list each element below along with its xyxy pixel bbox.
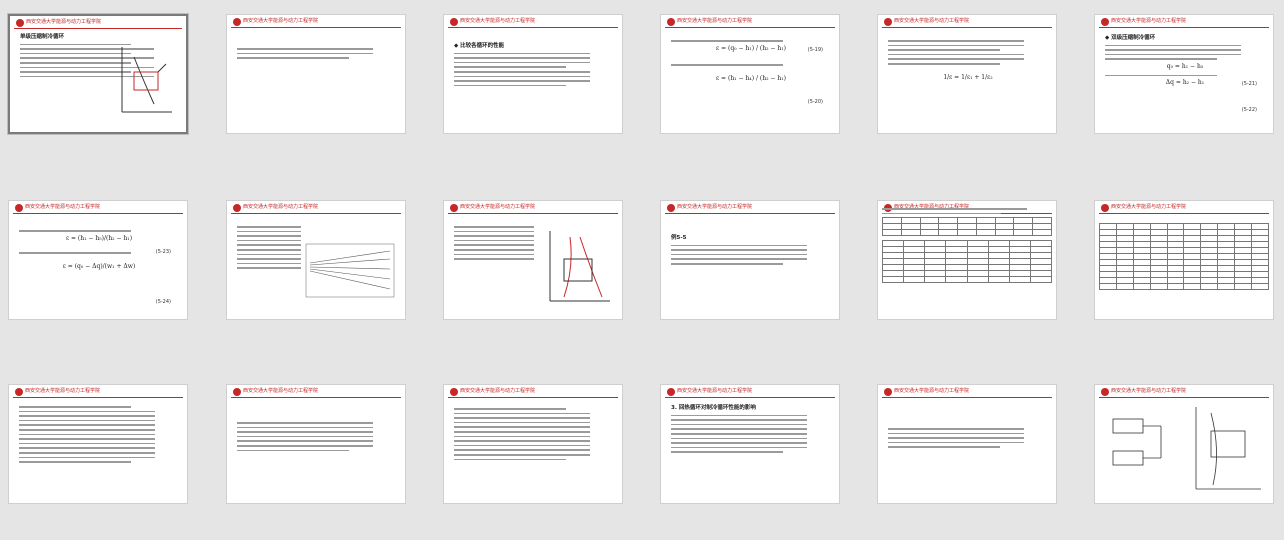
slide-header: 西安交通大学能源与动力工程学院	[227, 15, 405, 29]
header-text: 西安交通大学能源与动力工程学院	[25, 204, 101, 210]
logo-icon	[667, 388, 675, 396]
header-text: 西安交通大学能源与动力工程学院	[677, 388, 753, 394]
header-text: 西安交通大学能源与动力工程学院	[1111, 204, 1187, 210]
ph-diagram	[121, 47, 172, 113]
header-text: 西安交通大学能源与动力工程学院	[677, 18, 753, 24]
slide-header: 西安交通大学能源与动力工程学院	[10, 16, 186, 30]
slide-header: 西安交通大学能源与动力工程学院	[1095, 385, 1273, 399]
slide-header: 西安交通大学能源与动力工程学院	[9, 201, 187, 215]
slide-header: 西安交通大学能源与动力工程学院	[661, 15, 839, 29]
slide-thumbnail-16[interactable]: 西安交通大学能源与动力工程学院 3. 回热循环对制冷循环性能的影响	[660, 384, 840, 504]
slide-thumbnail-18[interactable]: 西安交通大学能源与动力工程学院	[1094, 384, 1274, 504]
header-text: 西安交通大学能源与动力工程学院	[243, 204, 319, 210]
slide-thumbnail-6[interactable]: 西安交通大学能源与动力工程学院 ◆ 双级压缩制冷循环 q₀ = h₁ − h₅ …	[1094, 14, 1274, 134]
slide-header: 西安交通大学能源与动力工程学院	[444, 15, 622, 29]
slide-header: 西安交通大学能源与动力工程学院	[227, 201, 405, 215]
chart-figure	[305, 243, 395, 298]
header-text: 西安交通大学能源与动力工程学院	[460, 204, 536, 210]
header-text: 西安交通大学能源与动力工程学院	[243, 388, 319, 394]
ph-diagram	[549, 231, 610, 302]
slide-thumbnail-13[interactable]: 西安交通大学能源与动力工程学院	[8, 384, 188, 504]
slide-thumbnail-17[interactable]: 西安交通大学能源与动力工程学院	[877, 384, 1057, 504]
header-text: 西安交通大学能源与动力工程学院	[894, 388, 970, 394]
slide-thumbnail-3[interactable]: 西安交通大学能源与动力工程学院 ◆ 比较各循环的性能	[443, 14, 623, 134]
slide-thumbnail-15[interactable]: 西安交通大学能源与动力工程学院	[443, 384, 623, 504]
slide-thumbnail-2[interactable]: 西安交通大学能源与动力工程学院	[226, 14, 406, 134]
header-text: 西安交通大学能源与动力工程学院	[460, 18, 536, 24]
header-text: 西安交通大学能源与动力工程学院	[25, 388, 101, 394]
slide-thumbnail-5[interactable]: 西安交通大学能源与动力工程学院 1/ε = 1/ε₁ + 1/ε₂	[877, 14, 1057, 134]
header-text: 西安交通大学能源与动力工程学院	[243, 18, 319, 24]
header-text: 西安交通大学能源与动力工程学院	[26, 19, 102, 25]
slide-header: 西安交通大学能源与动力工程学院	[661, 201, 839, 215]
slide-header: 西安交通大学能源与动力工程学院	[878, 15, 1056, 29]
logo-icon	[667, 204, 675, 212]
logo-icon	[15, 204, 23, 212]
header-text: 西安交通大学能源与动力工程学院	[460, 388, 536, 394]
logo-icon	[233, 204, 241, 212]
header-text: 西安交通大学能源与动力工程学院	[894, 18, 970, 24]
slide-thumbnail-7[interactable]: 西安交通大学能源与动力工程学院 ε = (h₁ − h₅)/(h₂ − h₁) …	[8, 200, 188, 320]
slide-header: 西安交通大学能源与动力工程学院	[1095, 201, 1273, 215]
slide-thumbnail-12[interactable]: 西安交通大学能源与动力工程学院	[1094, 200, 1274, 320]
logo-icon	[884, 388, 892, 396]
logo-icon	[450, 204, 458, 212]
slide-header: 西安交通大学能源与动力工程学院	[878, 385, 1056, 399]
slide-thumbnail-11[interactable]: 西安交通大学能源与动力工程学院	[877, 200, 1057, 320]
slide-thumbnail-1[interactable]: 西安交通大学能源与动力工程学院 单级压缩制冷循环	[8, 14, 188, 134]
slide-header: 西安交通大学能源与动力工程学院	[444, 201, 622, 215]
slide-thumbnail-9[interactable]: 西安交通大学能源与动力工程学院	[443, 200, 623, 320]
header-text: 西安交通大学能源与动力工程学院	[1111, 388, 1187, 394]
system-schematic	[1112, 407, 1261, 490]
logo-icon	[16, 19, 24, 27]
slide-thumbnail-10[interactable]: 西安交通大学能源与动力工程学院 例5-5	[660, 200, 840, 320]
slide-thumbnail-14[interactable]: 西安交通大学能源与动力工程学院	[226, 384, 406, 504]
logo-icon	[667, 18, 675, 26]
logo-icon	[233, 18, 241, 26]
slide-thumbnail-4[interactable]: 西安交通大学能源与动力工程学院 ε = (q₀ − h₁) / (h₂ − h₁…	[660, 14, 840, 134]
slide-thumbnail-8[interactable]: 西安交通大学能源与动力工程学院	[226, 200, 406, 320]
slide-header: 西安交通大学能源与动力工程学院	[1095, 15, 1273, 29]
logo-icon	[884, 18, 892, 26]
slide-header: 西安交通大学能源与动力工程学院	[9, 385, 187, 399]
logo-icon	[450, 18, 458, 26]
logo-icon	[1101, 388, 1109, 396]
logo-icon	[15, 388, 23, 396]
logo-icon	[450, 388, 458, 396]
logo-icon	[1101, 18, 1109, 26]
slide-title: 单级压缩制冷循环	[20, 34, 65, 40]
slide-header: 西安交通大学能源与动力工程学院	[227, 385, 405, 399]
header-text: 西安交通大学能源与动力工程学院	[677, 204, 753, 210]
logo-icon	[233, 388, 241, 396]
slide-header: 西安交通大学能源与动力工程学院	[661, 385, 839, 399]
header-text: 西安交通大学能源与动力工程学院	[1111, 18, 1187, 24]
logo-icon	[1101, 204, 1109, 212]
slide-header: 西安交通大学能源与动力工程学院	[444, 385, 622, 399]
